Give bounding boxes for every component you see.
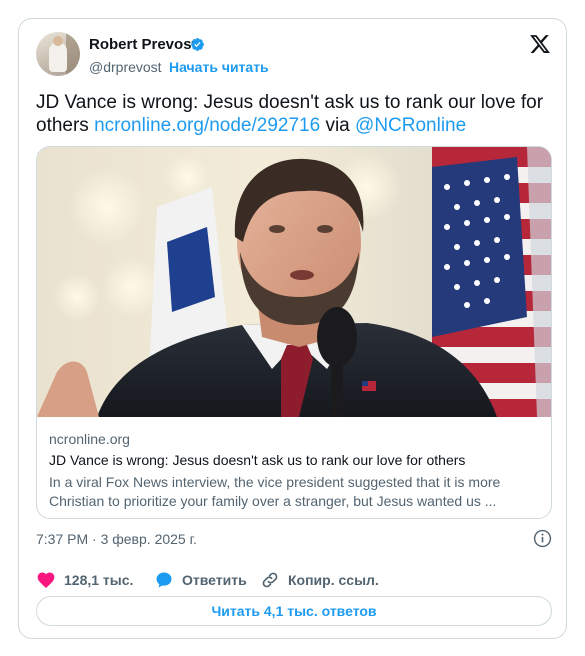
tweet-mention[interactable]: @NCRonline [355,115,466,136]
like-button[interactable]: 128,1 тыс. [36,569,133,591]
link-card-meta[interactable]: ncronline.org JD Vance is wrong: Jesus d… [37,417,551,518]
tweet-actions: 128,1 тыс. Ответить Копир. ссыл. [36,569,551,591]
tweet-card: Robert Prevost @drprevost Начать читать … [18,18,567,639]
link-card-title: JD Vance is wrong: Jesus doesn't ask us … [49,452,466,468]
link-card-image[interactable] [37,147,551,417]
tweet-via: via [320,115,356,136]
reply-label: Ответить [182,572,247,588]
read-replies-button[interactable]: Читать 4,1 тыс. ответов [36,596,552,626]
reply-button[interactable]: Ответить [154,569,247,591]
avatar[interactable] [36,32,80,76]
verified-badge-icon [191,38,204,51]
author-name[interactable]: Robert Prevost [89,36,197,53]
tweet-text: JD Vance is wrong: Jesus doesn't ask us … [36,91,551,137]
author-handle[interactable]: @drprevost [89,59,162,75]
link-card[interactable]: ncronline.org JD Vance is wrong: Jesus d… [36,146,552,519]
x-logo-icon[interactable] [529,33,551,55]
tweet-timestamp[interactable]: 7:37 PM · 3 февр. 2025 г. [36,531,197,547]
link-card-domain: ncronline.org [49,431,130,447]
link-icon [262,572,278,588]
info-icon[interactable] [533,529,552,548]
link-card-description: In a viral Fox News interview, the vice … [49,474,501,509]
reply-bubble-icon [156,572,172,588]
copy-link-button[interactable]: Копир. ссыл. [260,569,379,591]
tweet-link[interactable]: ncronline.org/node/292716 [94,115,320,136]
copy-link-label: Копир. ссыл. [288,572,379,588]
heart-icon [37,572,55,588]
follow-button[interactable]: Начать читать [169,59,269,75]
like-count: 128,1 тыс. [64,572,134,588]
